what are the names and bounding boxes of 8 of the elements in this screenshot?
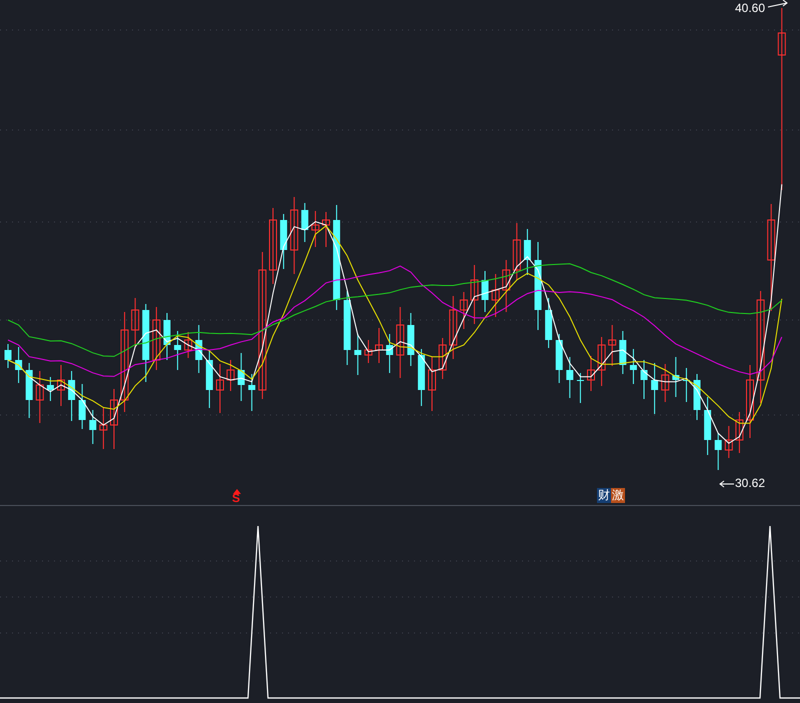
event-badge: 财 bbox=[597, 488, 611, 503]
signal-marker: S bbox=[232, 492, 240, 504]
arrow-icon bbox=[719, 480, 734, 488]
price-label: 40.60 bbox=[735, 1, 766, 15]
event-badge: 激 bbox=[611, 488, 625, 503]
triangle-marker-icon bbox=[233, 489, 241, 494]
price-label: 30.62 bbox=[735, 476, 766, 490]
arrow-icon bbox=[768, 0, 788, 8]
